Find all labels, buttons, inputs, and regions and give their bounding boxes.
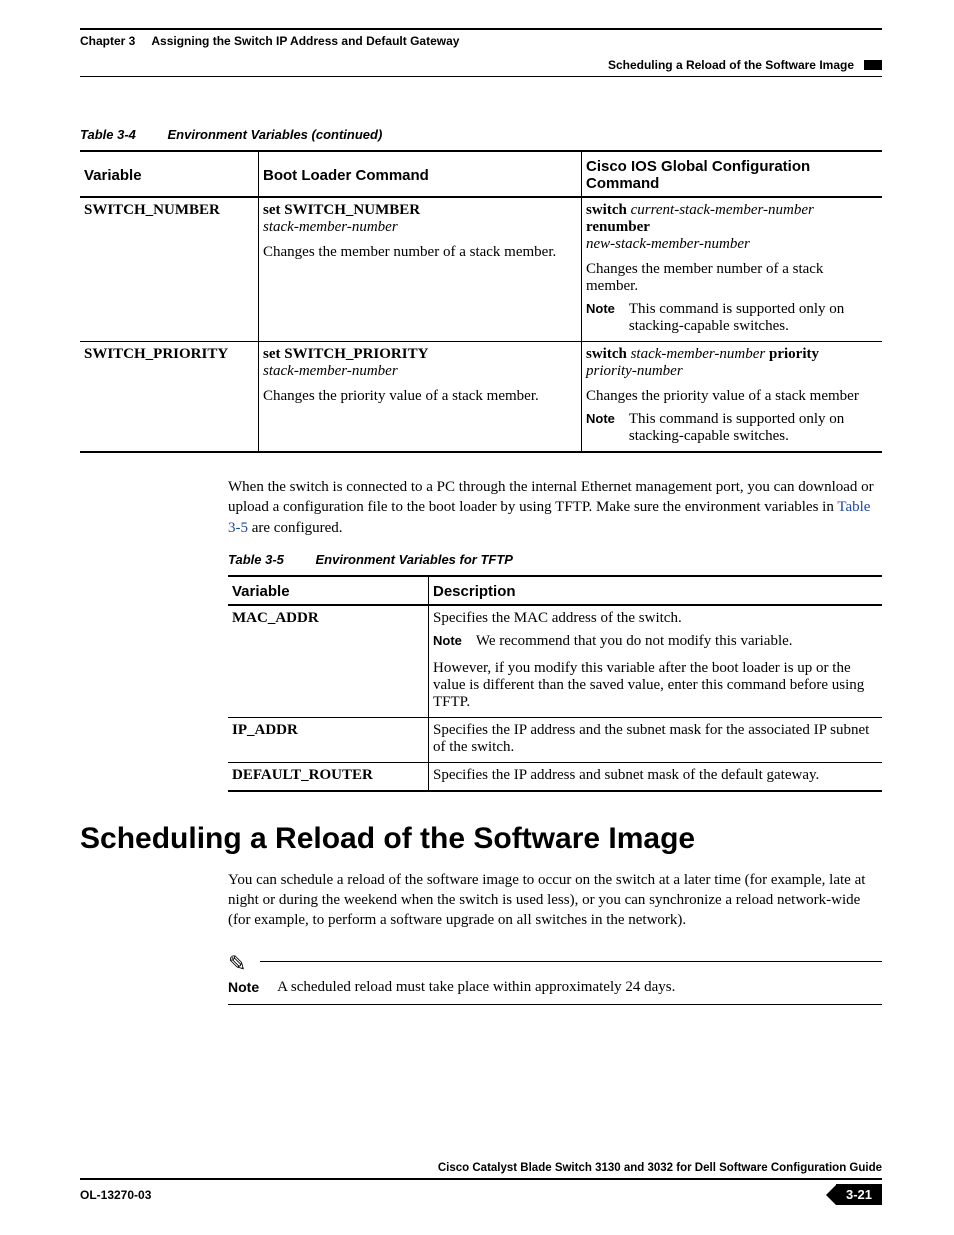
t34-r1-ios-p3: priority [769,346,819,362]
note-rule [260,961,882,962]
note-label: Note [586,411,615,445]
table-3-5: Variable Description MAC_ADDR Specifies … [228,575,882,792]
section-heading: Scheduling a Reload of the Software Imag… [80,822,882,856]
body-paragraph: When the switch is connected to a PC thr… [228,477,882,538]
table-3-4-number: Table 3-4 [80,127,136,142]
table-3-4-caption: Table 3-4 Environment Variables (continu… [80,127,882,142]
chapter-title: Assigning the Switch IP Address and Defa… [151,34,459,48]
note-text: We recommend that you do not modify this… [476,633,793,650]
pencil-icon: ✎ [228,951,246,977]
table-3-5-title: Environment Variables for TFTP [316,552,513,567]
t35-h1: Variable [228,576,429,605]
note-text: This command is supported only on stacki… [629,411,876,445]
cell-text: Specifies the MAC address of the switch. [433,610,876,627]
guide-title: Cisco Catalyst Blade Switch 3130 and 303… [438,1162,882,1174]
table-row: IP_ADDR Specifies the IP address and the… [228,717,882,762]
t34-r1-bl-cmd: set SWITCH_PRIORITY [263,346,428,362]
t35-r2-desc: Specifies the IP address and subnet mask… [429,762,883,791]
note-block: ✎ Note A scheduled reload must take plac… [228,949,882,1005]
t35-r1-desc: Specifies the IP address and the subnet … [429,717,883,762]
note-text: A scheduled reload must take place withi… [277,979,675,996]
t34-r0-ios-p3: renumber [586,219,650,235]
breadcrumb: Scheduling a Reload of the Software Imag… [608,58,854,72]
t34-r0-ios-p4: new-stack-member-number [586,236,750,252]
t35-r0-desc: Specifies the MAC address of the switch.… [429,605,883,718]
t34-r1-ios-p4: priority-number [586,363,683,379]
t34-r0-bl-arg: stack-member-number [263,219,398,235]
page-badge-arrow-icon [826,1185,836,1205]
section-paragraph: You can schedule a reload of the softwar… [228,870,882,931]
table-row: MAC_ADDR Specifies the MAC address of th… [228,605,882,718]
note-label: Note [586,301,615,335]
note-text: This command is supported only on stacki… [629,301,876,335]
t35-r1-var: IP_ADDR [228,717,429,762]
t34-r1-ios-p1: switch [586,346,627,362]
t34-h2: Boot Loader Command [259,151,582,197]
t35-r2-var: DEFAULT_ROUTER [228,762,429,791]
t34-h3: Cisco IOS Global Configuration Command [582,151,883,197]
t34-r1-var: SWITCH_PRIORITY [80,342,259,453]
table-3-4: Variable Boot Loader Command Cisco IOS G… [80,150,882,453]
table-3-5-caption: Table 3-5 Environment Variables for TFTP [228,552,882,567]
para-text: When the switch is connected to a PC thr… [228,479,874,515]
table-3-5-number: Table 3-5 [228,552,284,567]
header-thin-rule [80,76,882,77]
t34-r1-bl-desc: Changes the priority value of a stack me… [263,388,575,405]
t34-r1-ios-p2: stack-member-number [631,346,766,362]
t34-r0-bl: set SWITCH_NUMBER stack-member-number Ch… [259,197,582,342]
t34-r1-bl-arg: stack-member-number [263,363,398,379]
page-number-badge: 3-21 [836,1184,882,1205]
t34-r0-ios-p2: current-stack-member-number [631,202,814,218]
t34-r0-ios-p1: switch [586,202,627,218]
note-label: Note [228,979,259,995]
t34-r1-bl: set SWITCH_PRIORITY stack-member-number … [259,342,582,453]
t34-r1-ios-desc: Changes the priority value of a stack me… [586,388,876,405]
t35-h2: Description [429,576,883,605]
page-footer: Cisco Catalyst Blade Switch 3130 and 303… [80,1162,882,1205]
t34-r0-bl-desc: Changes the member number of a stack mem… [263,244,575,261]
table-row: SWITCH_PRIORITY set SWITCH_PRIORITY stac… [80,342,882,453]
t34-r1-ios: switch stack-member-number priority prio… [582,342,883,453]
table-3-4-title: Environment Variables (continued) [168,127,383,142]
chapter-label: Chapter 3 [80,34,135,48]
t34-h1: Variable [80,151,259,197]
t35-r0-var: MAC_ADDR [228,605,429,718]
t34-r0-var: SWITCH_NUMBER [80,197,259,342]
note-label: Note [433,633,462,650]
t34-r0-ios-desc: Changes the member number of a stack mem… [586,261,876,295]
doc-number: OL-13270-03 [80,1188,151,1202]
table-row: DEFAULT_ROUTER Specifies the IP address … [228,762,882,791]
header-rule [80,28,882,30]
page-header: Chapter 3 Assigning the Switch IP Addres… [80,34,882,48]
cell-text: However, if you modify this variable aft… [433,660,876,711]
t34-r0-bl-cmd: set SWITCH_NUMBER [263,202,420,218]
t34-r0-ios: switch current-stack-member-number renum… [582,197,883,342]
table-row: SWITCH_NUMBER set SWITCH_NUMBER stack-me… [80,197,882,342]
para-text: are configured. [248,520,343,536]
header-marker-icon [864,60,882,70]
